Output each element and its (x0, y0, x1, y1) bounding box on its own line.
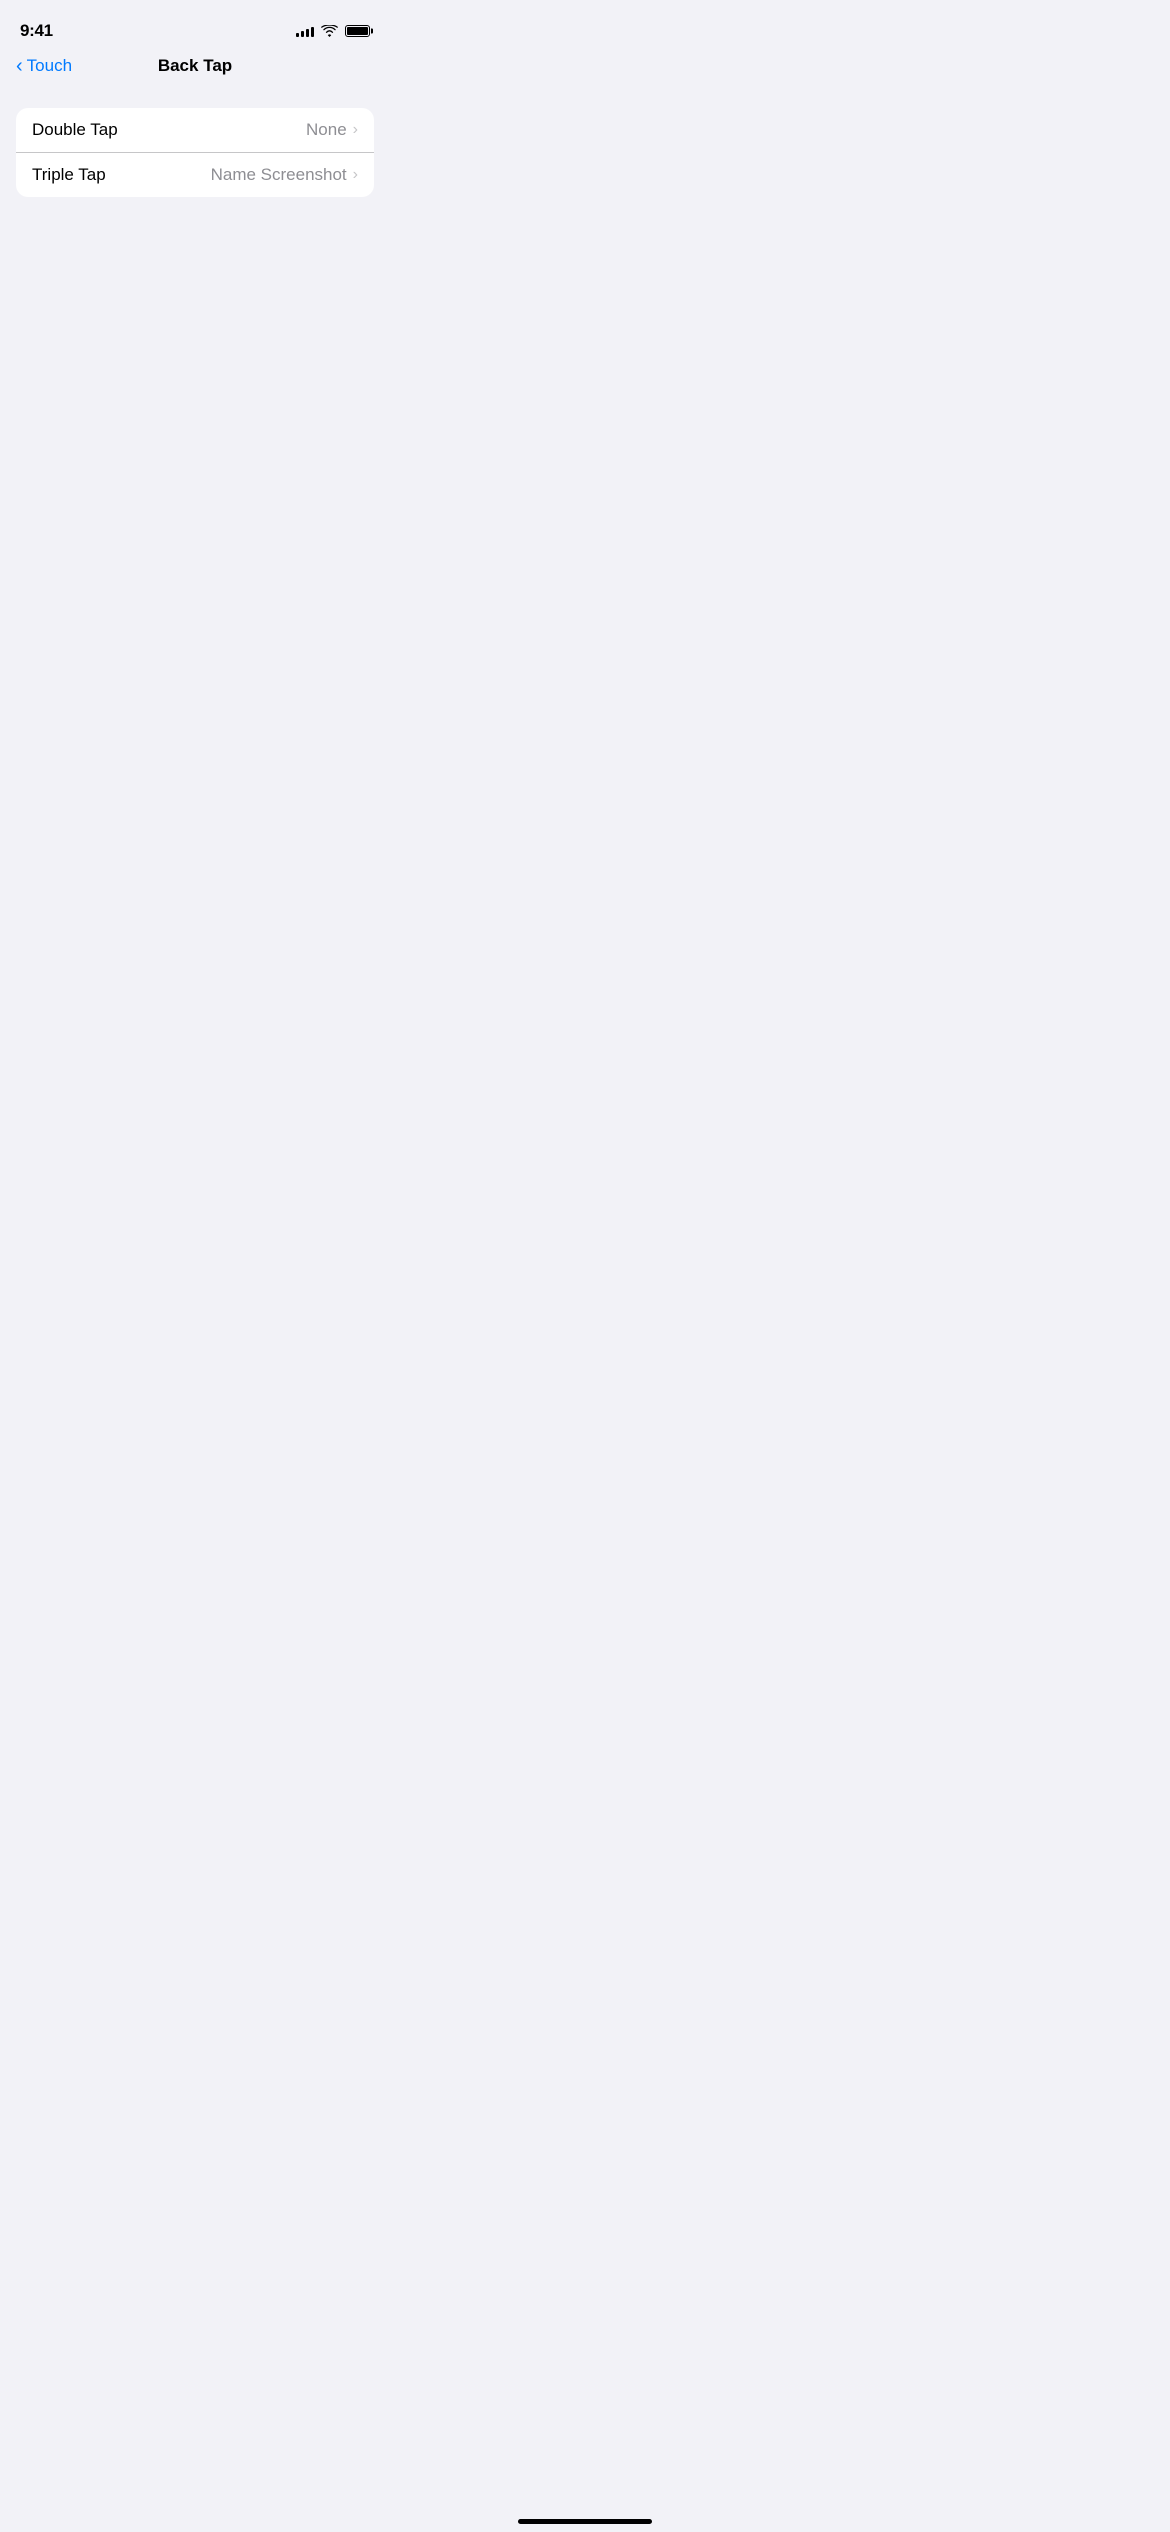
double-tap-value-container: None › (306, 120, 358, 140)
signal-bar-3 (306, 29, 309, 37)
status-time: 9:41 (20, 21, 53, 41)
battery-icon (345, 25, 370, 37)
back-button[interactable]: ‹ Touch (16, 56, 72, 76)
back-chevron-icon: ‹ (16, 56, 23, 76)
double-tap-value: None (306, 120, 347, 140)
triple-tap-value: Name Screenshot (211, 165, 347, 185)
signal-bar-1 (296, 33, 299, 37)
signal-bar-4 (311, 27, 314, 37)
signal-bars-icon (296, 25, 314, 37)
signal-bar-2 (301, 31, 304, 37)
double-tap-row[interactable]: Double Tap None › (16, 108, 374, 153)
battery-fill (347, 27, 368, 35)
back-label: Touch (27, 56, 72, 76)
triple-tap-chevron-icon: › (353, 166, 358, 184)
battery-tip (371, 29, 373, 34)
triple-tap-row[interactable]: Triple Tap Name Screenshot › (16, 153, 374, 197)
page-title: Back Tap (158, 56, 232, 76)
status-icons (296, 25, 370, 37)
double-tap-label: Double Tap (32, 120, 118, 140)
double-tap-chevron-icon: › (353, 121, 358, 139)
status-bar: 9:41 (0, 0, 390, 48)
triple-tap-value-container: Name Screenshot › (211, 165, 358, 185)
home-indicator (518, 2519, 652, 2524)
triple-tap-label: Triple Tap (32, 165, 106, 185)
wifi-icon (321, 25, 338, 37)
settings-section: Double Tap None › Triple Tap Name Screen… (16, 108, 374, 197)
nav-header: ‹ Touch Back Tap (0, 48, 390, 92)
